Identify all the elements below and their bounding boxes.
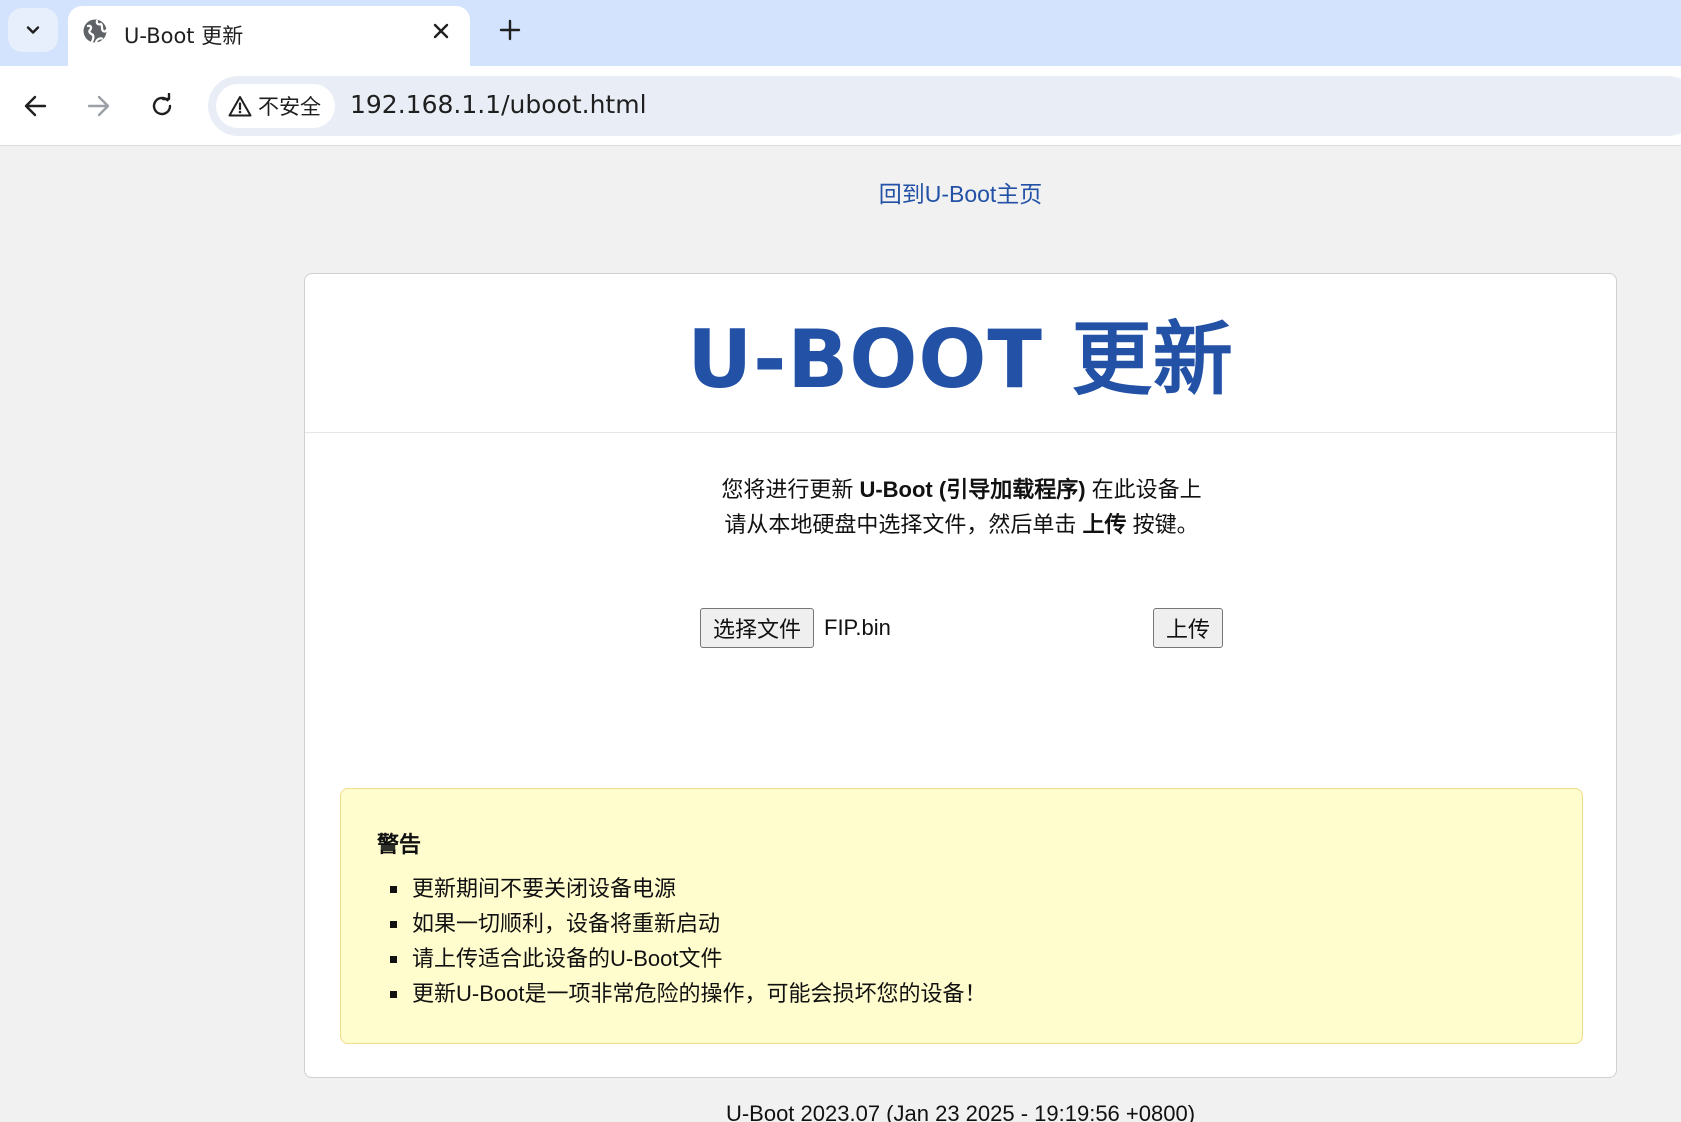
card-header: U-BOOT 更新 xyxy=(305,274,1616,433)
warning-list: 更新期间不要关闭设备电源 如果一切顺利，设备将重新启动 请上传适合此设备的U-B… xyxy=(377,871,986,1011)
bullet-icon xyxy=(390,991,397,998)
choose-file-button[interactable]: 选择文件 xyxy=(700,608,815,648)
security-label: 不安全 xyxy=(258,95,321,119)
plus-icon xyxy=(499,19,521,41)
page-title: U-BOOT 更新 xyxy=(687,313,1234,406)
bullet-icon xyxy=(390,921,397,928)
warning-item-text: 更新期间不要关闭设备电源 xyxy=(412,876,677,901)
page-viewport: 回到U-Boot主页 U-BOOT 更新 您将进行更新 U-Boot (引导加载… xyxy=(0,147,1681,1122)
update-card: U-BOOT 更新 您将进行更新 U-Boot (引导加载程序) 在此设备上 请… xyxy=(304,273,1617,1078)
warning-title: 警告 xyxy=(377,832,422,857)
browser-window: U-Boot 更新 不安全 192.168.1.1/uboot.html 回到U… xyxy=(0,0,1681,1122)
reload-icon xyxy=(152,93,172,116)
intro-line-1-suffix: 在此设备上 xyxy=(1085,477,1202,502)
security-chip[interactable]: 不安全 xyxy=(216,84,335,128)
intro-line-2-prefix: 请从本地硬盘中选择文件，然后单击 xyxy=(724,512,1083,537)
reload-button[interactable] xyxy=(140,84,184,128)
warning-item: 更新U-Boot是一项非常危险的操作，可能会损坏您的设备！ xyxy=(377,976,986,1011)
intro-line-1-prefix: 您将进行更新 xyxy=(721,477,860,502)
home-link-row: 回到U-Boot主页 xyxy=(0,175,1681,209)
browser-toolbar: 不安全 192.168.1.1/uboot.html xyxy=(0,66,1681,146)
bullet-icon xyxy=(390,886,397,893)
globe-icon xyxy=(83,19,108,44)
chevron-down-icon xyxy=(26,26,40,34)
upload-button[interactable]: 上传 xyxy=(1153,608,1224,648)
warning-item-text: 请上传适合此设备的U-Boot文件 xyxy=(412,946,723,971)
forward-button[interactable] xyxy=(76,84,120,128)
warning-item: 更新期间不要关闭设备电源 xyxy=(377,871,986,906)
warning-triangle-icon xyxy=(228,96,252,117)
new-tab-button[interactable] xyxy=(490,10,530,50)
warning-item: 如果一切顺利，设备将重新启动 xyxy=(377,906,986,941)
warning-item: 请上传适合此设备的U-Boot文件 xyxy=(377,941,986,976)
address-bar[interactable]: 不安全 192.168.1.1/uboot.html xyxy=(208,76,1681,136)
version-footer: U-Boot 2023.07 (Jan 23 2025 - 19:19:56 +… xyxy=(725,1101,1196,1122)
intro-line-2-bold: 上传 xyxy=(1082,512,1127,537)
warning-item-text: 如果一切顺利，设备将重新启动 xyxy=(412,911,721,936)
back-button[interactable] xyxy=(14,84,58,128)
upload-form: 选择文件 FIP.bin 上传 xyxy=(700,608,1230,650)
home-link[interactable]: 回到U-Boot主页 xyxy=(879,181,1043,207)
close-icon xyxy=(433,23,449,39)
tab-strip: U-Boot 更新 xyxy=(0,0,1681,66)
intro-line-1: 您将进行更新 U-Boot (引导加载程序) 在此设备上 xyxy=(305,472,1618,507)
bullet-icon xyxy=(390,956,397,963)
intro-text: 您将进行更新 U-Boot (引导加载程序) 在此设备上 请从本地硬盘中选择文件… xyxy=(305,472,1618,542)
selected-file-name: FIP.bin xyxy=(824,615,891,640)
warning-item-text: 更新U-Boot是一项非常危险的操作，可能会损坏您的设备！ xyxy=(412,981,987,1006)
tab-search-button[interactable] xyxy=(8,8,58,52)
tab-active[interactable]: U-Boot 更新 xyxy=(68,6,470,66)
arrow-left-icon xyxy=(24,95,47,117)
tab-title: U-Boot 更新 xyxy=(124,24,244,48)
tab-close-button[interactable] xyxy=(426,16,456,46)
warning-box: 警告 更新期间不要关闭设备电源 如果一切顺利，设备将重新启动 请上传适合此设备的… xyxy=(340,788,1583,1044)
intro-line-2-suffix: 按键。 xyxy=(1126,512,1199,537)
url-text[interactable]: 192.168.1.1/uboot.html xyxy=(350,90,647,119)
arrow-right-icon xyxy=(87,95,110,117)
intro-line-1-bold: U-Boot (引导加载程序) xyxy=(859,477,1086,502)
intro-line-2: 请从本地硬盘中选择文件，然后单击 上传 按键。 xyxy=(305,507,1618,542)
